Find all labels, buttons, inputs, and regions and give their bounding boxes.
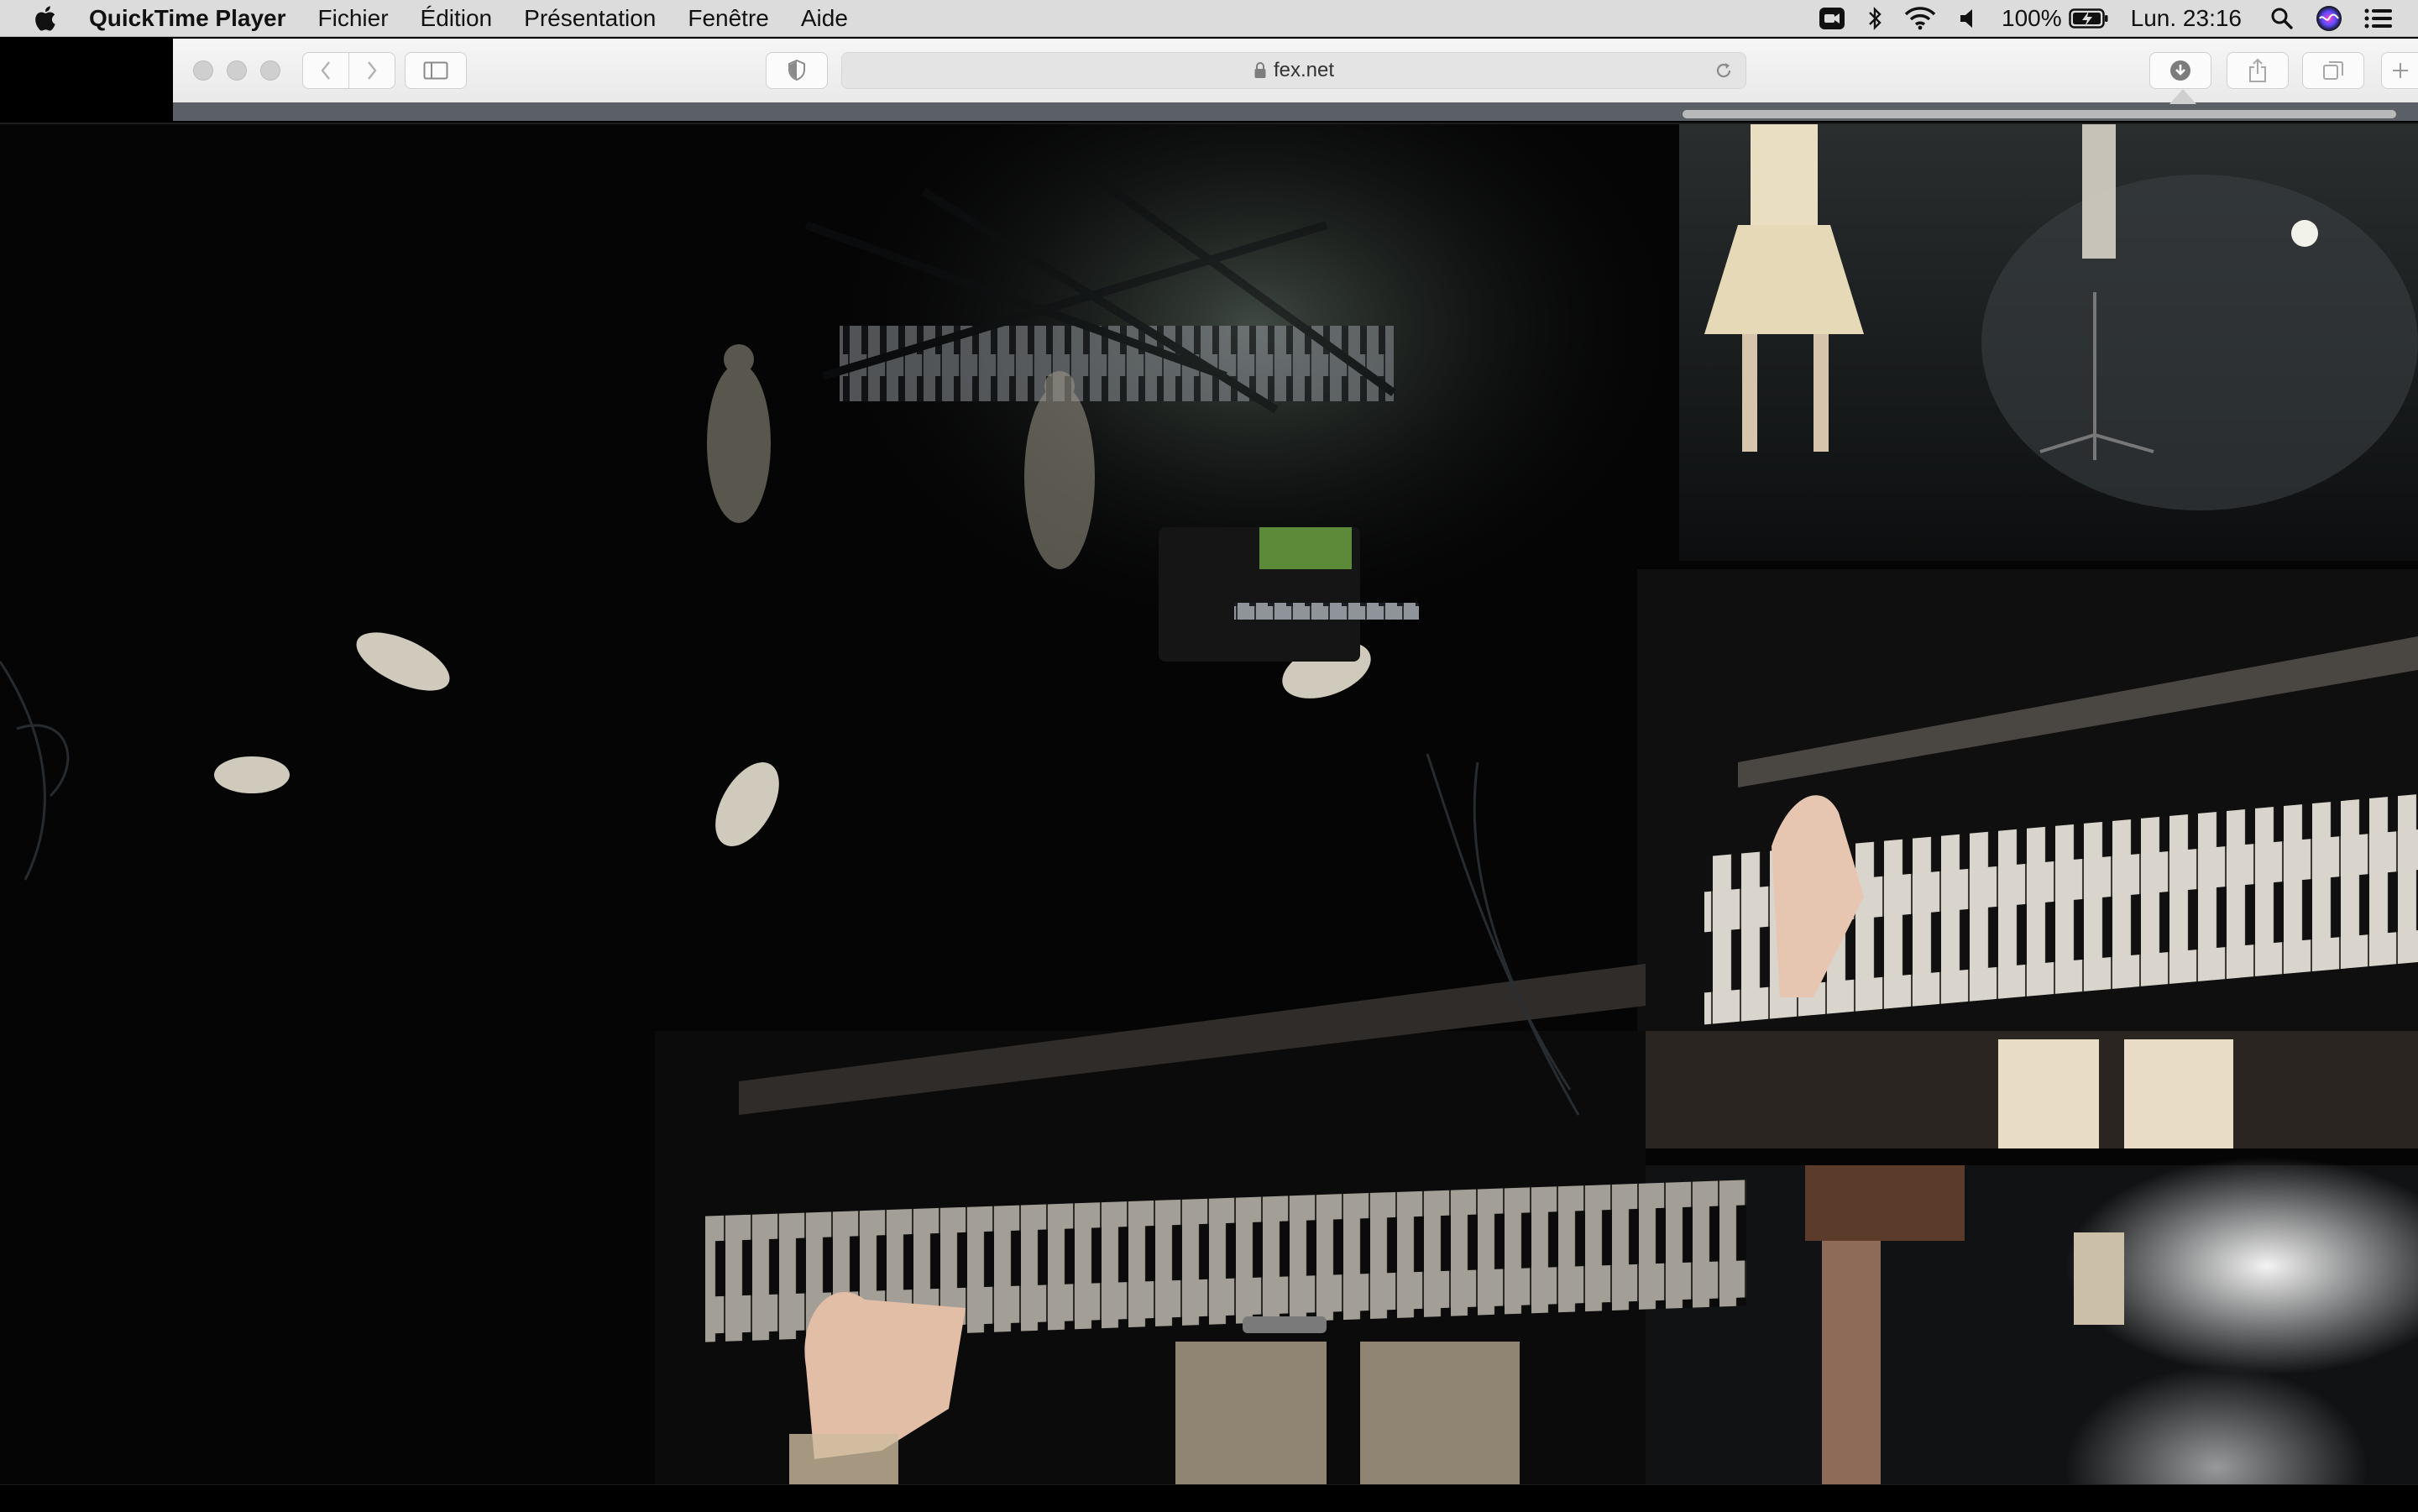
search-icon[interactable] [2270,7,2294,30]
video-player[interactable] [0,123,2418,1484]
app-name-menu[interactable]: QuickTime Player [89,5,286,32]
zoom-window-button[interactable] [260,60,280,81]
new-tab-button[interactable] [2381,52,2418,89]
download-icon [2170,60,2190,81]
close-window-button[interactable] [193,60,213,81]
minimize-window-button[interactable] [227,60,247,81]
chevron-right-icon [368,61,377,80]
tab-overview-button[interactable] [2302,52,2364,89]
siri-icon[interactable] [2316,5,2342,32]
chevron-left-icon [321,61,330,80]
address-bar[interactable]: fex.net [841,52,1746,89]
volume-icon[interactable] [1958,7,1980,30]
menu-aide[interactable]: Aide [801,5,848,32]
shield-icon [788,60,805,81]
privacy-report-button[interactable] [766,52,828,89]
window-bottom-edge [0,1484,2418,1512]
download-progress-bar [1683,110,2396,118]
video-frame [0,124,2418,1484]
menu-bar: QuickTime Player Fichier Édition Présent… [0,0,2418,37]
menu-presentation[interactable]: Présentation [524,5,656,32]
reload-icon[interactable] [1714,60,1734,81]
battery-charging-icon[interactable] [2068,8,2109,29]
screen-record-icon[interactable] [1819,7,1845,30]
forward-button[interactable] [348,52,395,89]
bluetooth-icon[interactable] [1867,6,1882,31]
sidebar-icon [423,61,448,80]
status-area: 100% Lun. 23:16 [1819,0,2418,37]
lock-icon [1254,62,1266,78]
downloads-popover-arrow [2169,89,2196,104]
clock[interactable]: Lun. 23:16 [2131,5,2242,32]
sidebar-button[interactable] [405,52,467,89]
url-text: fex.net [1273,59,1335,81]
battery-percent: 100% [2002,5,2062,31]
share-icon [2249,58,2266,82]
plus-icon [2392,63,2408,78]
back-button[interactable] [302,52,349,89]
menu-edition[interactable]: Édition [421,5,493,32]
share-button[interactable] [2227,52,2289,89]
list-icon[interactable] [2364,8,2393,29]
wifi-icon[interactable] [1904,7,1936,30]
tabs-icon [2323,61,2343,80]
browser-toolbar: fex.net [173,39,2418,103]
downloads-button[interactable] [2149,52,2211,89]
apple-icon[interactable] [32,4,57,33]
menu-fichier[interactable]: Fichier [318,5,389,32]
menu-fenetre[interactable]: Fenêtre [688,5,769,32]
